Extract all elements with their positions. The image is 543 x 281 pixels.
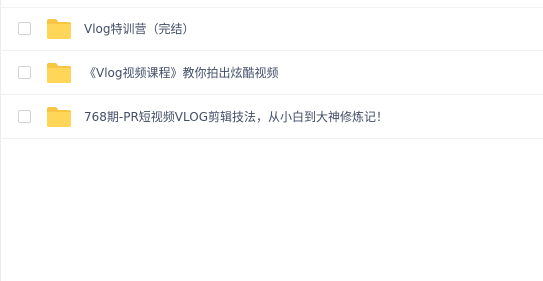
folder-icon <box>47 19 71 39</box>
file-name[interactable]: Vlog特训营（完结） <box>84 20 195 38</box>
file-row[interactable]: 《Vlog视频课程》教你拍出炫酷视频 <box>0 51 543 95</box>
file-row[interactable]: Vlog特训营（完结） <box>0 7 543 51</box>
row-checkbox[interactable] <box>18 22 31 35</box>
row-checkbox[interactable] <box>18 66 31 79</box>
file-name[interactable]: 《Vlog视频课程》教你拍出炫酷视频 <box>84 64 279 82</box>
file-list-panel: Vlog特训营（完结） 《Vlog视频课程》教你拍出炫酷视频 768期-PR短视… <box>0 0 543 281</box>
file-name[interactable]: 768期-PR短视频VLOG剪辑技法，从小白到大神修炼记！ <box>84 108 388 126</box>
file-row[interactable]: 768期-PR短视频VLOG剪辑技法，从小白到大神修炼记！ <box>0 95 543 139</box>
file-list: Vlog特训营（完结） 《Vlog视频课程》教你拍出炫酷视频 768期-PR短视… <box>0 7 543 139</box>
row-checkbox[interactable] <box>18 110 31 123</box>
folder-icon <box>47 107 71 127</box>
folder-icon <box>47 63 71 83</box>
